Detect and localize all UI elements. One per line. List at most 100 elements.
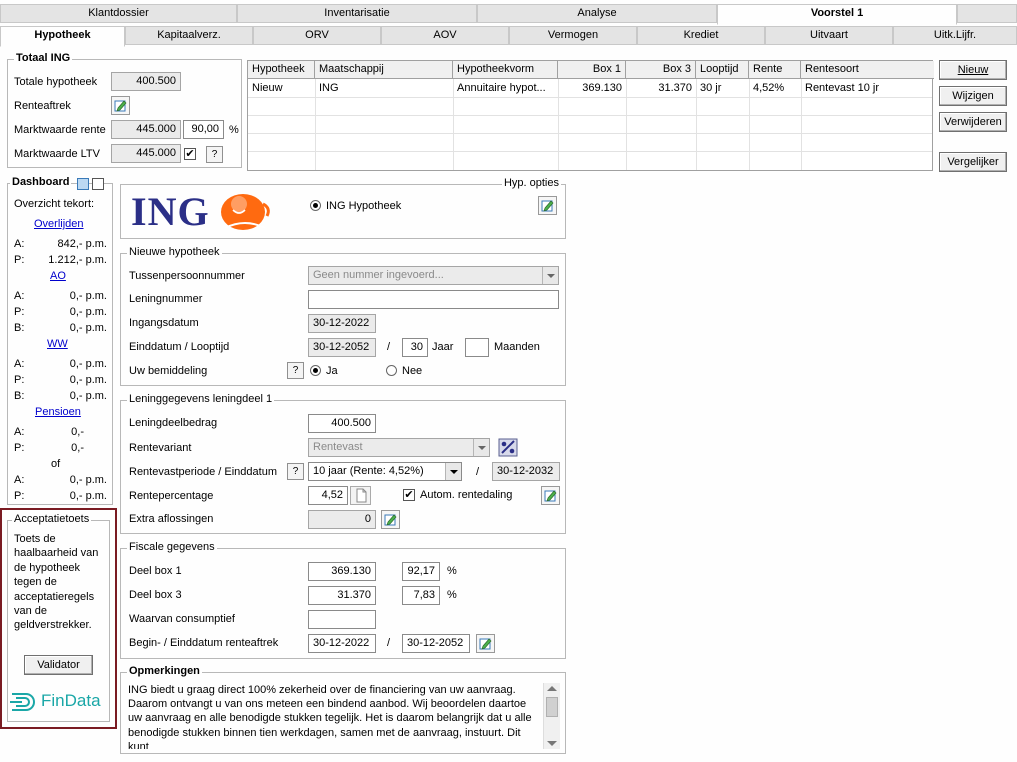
dashboard-calc-icon[interactable] [77, 178, 89, 190]
renteaftrek-edit-icon[interactable] [111, 96, 130, 115]
rentepercentage-label: Rentepercentage [129, 490, 214, 502]
ltv-help-button[interactable]: ? [206, 146, 223, 163]
pensioen-link[interactable]: Pensioen [35, 406, 81, 418]
ltv-checkbox[interactable]: ✔ [184, 148, 196, 160]
extra-aflossingen-field: 0 [308, 510, 376, 529]
dashboard-title: Dashboard [10, 176, 72, 188]
tab-inventarisatie[interactable]: Inventarisatie [237, 4, 477, 23]
tab-voorstel-1[interactable]: Voorstel 1 [717, 4, 957, 25]
nieuw-button[interactable]: Nieuw [939, 60, 1007, 80]
rentedaling-edit-icon[interactable] [541, 486, 560, 505]
rentevariant-label: Rentevariant [129, 442, 192, 454]
cell-box3: 31.370 [658, 82, 692, 94]
slash-separator: / [476, 466, 480, 478]
col-hypotheek[interactable]: Hypotheek [248, 61, 315, 79]
opmerkingen-scrollbar[interactable] [543, 683, 560, 749]
percent-calc-icon[interactable] [498, 438, 518, 457]
autom-rentedaling-label: Autom. rentedaling [420, 489, 513, 501]
dash-label: P: [14, 442, 25, 454]
ww-link[interactable]: WW [47, 338, 68, 350]
deel-box1-field[interactable]: 369.130 [308, 562, 376, 581]
verwijderen-button[interactable]: Verwijderen [939, 112, 1007, 132]
tussenpersoon-label: Tussenpersoonnummer [129, 270, 245, 282]
dash-value: 1.212,- p.m. [48, 254, 107, 266]
dash-value: 0,- p.m. [69, 290, 107, 302]
tab-krediet[interactable]: Krediet [637, 26, 765, 45]
validator-button[interactable]: Validator [24, 655, 93, 675]
jaar-label: Jaar [432, 341, 454, 353]
opmerkingen-title: Opmerkingen [127, 665, 202, 677]
looptijd-maanden-field[interactable] [465, 338, 489, 357]
tab-uitk-lijfr[interactable]: Uitk.Lijfr. [893, 26, 1017, 45]
wijzigen-button[interactable]: Wijzigen [939, 86, 1007, 106]
renteaftrek-label: Renteaftrek [14, 100, 71, 112]
dash-value: 0,- p.m. [69, 306, 107, 318]
rentevariant-select[interactable]: Rentevast [308, 438, 490, 457]
col-looptijd[interactable]: Looptijd [696, 61, 749, 79]
maanden-label: Maanden [494, 341, 540, 353]
consumptief-field[interactable] [308, 610, 376, 629]
dash-label: A: [14, 474, 25, 486]
looptijd-jaar-field[interactable]: 30 [402, 338, 428, 357]
col-box3[interactable]: Box 3 [626, 61, 696, 79]
deel-box3-field[interactable]: 31.370 [308, 586, 376, 605]
chevron-down-icon [445, 463, 461, 480]
tab-uitvaart[interactable]: Uitvaart [765, 26, 893, 45]
bemiddeling-nee-radio[interactable] [386, 365, 397, 376]
dashboard-checkbox[interactable] [92, 178, 104, 190]
document-icon[interactable] [350, 486, 371, 505]
deel-box1-label: Deel box 1 [129, 565, 182, 577]
col-box1[interactable]: Box 1 [558, 61, 626, 79]
dash-label: P: [14, 254, 25, 266]
tussenpersoon-select[interactable]: Geen nummer ingevoerd... [308, 266, 559, 285]
dash-value: 0,- p.m. [69, 390, 107, 402]
col-maatschappij[interactable]: Maatschappij [315, 61, 453, 79]
dash-value: 0,- [71, 426, 84, 438]
pct-sign: % [229, 124, 239, 136]
tab-klantdossier[interactable]: Klantdossier [0, 4, 237, 23]
renteaftrek-datum-edit-icon[interactable] [476, 634, 495, 653]
bemiddeling-ja-radio[interactable] [310, 365, 321, 376]
rentevastperiode-help-button[interactable]: ? [287, 463, 304, 480]
hyp-opties-edit-icon[interactable] [538, 196, 557, 215]
leningdeelbedrag-field[interactable]: 400.500 [308, 414, 376, 433]
ao-link[interactable]: AO [50, 270, 66, 282]
ing-hypotheek-label: ING Hypotheek [326, 200, 402, 212]
opmerkingen-text: ING biedt u graag direct 100% zekerheid … [128, 684, 532, 749]
dash-value: 842,- p.m. [57, 238, 107, 250]
deel-box1-pct-field[interactable]: 92,17 [402, 562, 440, 581]
vergelijker-button[interactable]: Vergelijker [939, 152, 1007, 172]
dash-label: A: [14, 426, 25, 438]
col-hypotheekvorm[interactable]: Hypotheekvorm [453, 61, 558, 79]
dash-value: 0,- p.m. [69, 490, 107, 502]
tab-orv[interactable]: ORV [253, 26, 381, 45]
dash-value: 0,- p.m. [69, 474, 107, 486]
renteaftrek-begin-field[interactable]: 30-12-2022 [308, 634, 376, 653]
consumptief-label: Waarvan consumptief [129, 613, 235, 625]
ing-logo: ING [131, 190, 276, 234]
leningnummer-field[interactable] [308, 290, 559, 309]
tab-vermogen[interactable]: Vermogen [509, 26, 637, 45]
extra-aflossingen-edit-icon[interactable] [381, 510, 400, 529]
bemiddeling-help-button[interactable]: ? [287, 362, 304, 379]
dash-value: 0,- p.m. [69, 322, 107, 334]
tab-kapitaalverz[interactable]: Kapitaalverz. [125, 26, 253, 45]
marktwaarde-pct-field[interactable]: 90,00 [183, 120, 224, 139]
rentevastperiode-select[interactable]: 10 jaar (Rente: 4,52%) [308, 462, 462, 481]
deel-box3-pct-field[interactable]: 7,83 [402, 586, 440, 605]
tab-analyse[interactable]: Analyse [477, 4, 717, 23]
ing-hypotheek-radio[interactable] [310, 200, 321, 211]
col-rentesoort[interactable]: Rentesoort [801, 61, 934, 79]
overlijden-link[interactable]: Overlijden [34, 218, 84, 230]
tab-aov[interactable]: AOV [381, 26, 509, 45]
chevron-down-icon [473, 439, 489, 456]
autom-rentedaling-checkbox[interactable]: ✔ [403, 489, 415, 501]
leningnummer-label: Leningnummer [129, 293, 203, 305]
rentepercentage-field[interactable]: 4,52 [308, 486, 348, 505]
renteaftrek-eind-field[interactable]: 30-12-2052 [402, 634, 470, 653]
acceptatie-text: Toets de haalbaarheid van de hypotheek t… [14, 533, 99, 632]
col-rente[interactable]: Rente [749, 61, 801, 79]
tab-hypotheek[interactable]: Hypotheek [0, 26, 125, 47]
dash-label: A: [14, 238, 25, 250]
marktwaarde-rente-label: Marktwaarde rente [14, 124, 106, 136]
